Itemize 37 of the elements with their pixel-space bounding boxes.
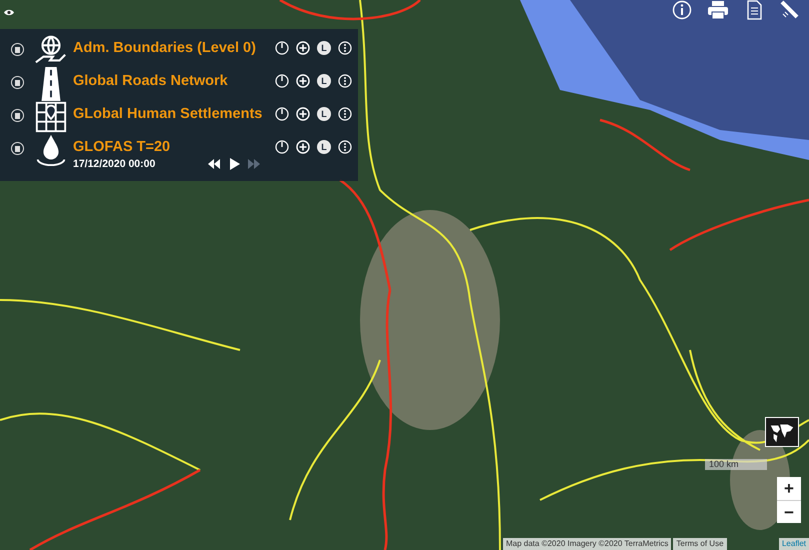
layer-name: GLOFAS T=20 bbox=[73, 139, 170, 155]
layer-name: Global Roads Network bbox=[73, 73, 228, 89]
delete-icon[interactable] bbox=[11, 76, 24, 89]
more-options-icon[interactable] bbox=[338, 74, 352, 88]
delete-icon[interactable] bbox=[11, 43, 24, 56]
layer-timestamp: 17/12/2020 00:00 bbox=[73, 158, 156, 170]
more-options-icon[interactable] bbox=[338, 41, 352, 55]
zoom-to-icon[interactable] bbox=[296, 41, 310, 55]
water-drop-icon bbox=[34, 133, 68, 167]
power-icon[interactable] bbox=[275, 74, 289, 88]
delete-icon[interactable] bbox=[11, 142, 24, 155]
zoom-to-icon[interactable] bbox=[296, 74, 310, 88]
legend-button[interactable]: L bbox=[317, 140, 331, 154]
power-icon[interactable] bbox=[275, 140, 289, 154]
world-map-icon[interactable] bbox=[765, 417, 799, 447]
delete-icon[interactable] bbox=[11, 109, 24, 122]
zoom-to-icon[interactable] bbox=[296, 107, 310, 121]
legend-button[interactable]: L bbox=[317, 41, 331, 55]
legend-button[interactable]: L bbox=[317, 107, 331, 121]
more-options-icon[interactable] bbox=[338, 140, 352, 154]
power-icon[interactable] bbox=[275, 107, 289, 121]
more-options-icon[interactable] bbox=[338, 107, 352, 121]
zoom-out-button[interactable]: − bbox=[777, 500, 801, 523]
rewind-icon[interactable] bbox=[207, 157, 221, 171]
power-icon[interactable] bbox=[275, 41, 289, 55]
layer-name: Adm. Boundaries (Level 0) bbox=[73, 40, 256, 56]
map-pin-icon bbox=[34, 100, 68, 134]
scale-bar: 100 km bbox=[705, 459, 767, 470]
legend-button[interactable]: L bbox=[317, 74, 331, 88]
layer-name: GLobal Human Settlements bbox=[73, 106, 262, 122]
terms-link[interactable]: Terms of Use bbox=[673, 538, 727, 550]
info-icon[interactable] bbox=[671, 0, 693, 20]
eye-icon[interactable] bbox=[3, 8, 15, 17]
zoom-to-icon[interactable] bbox=[296, 140, 310, 154]
attribution-text: Map data ©2020 Imagery ©2020 TerraMetrics bbox=[503, 538, 672, 550]
play-icon[interactable] bbox=[227, 157, 241, 171]
print-icon[interactable] bbox=[707, 0, 729, 20]
